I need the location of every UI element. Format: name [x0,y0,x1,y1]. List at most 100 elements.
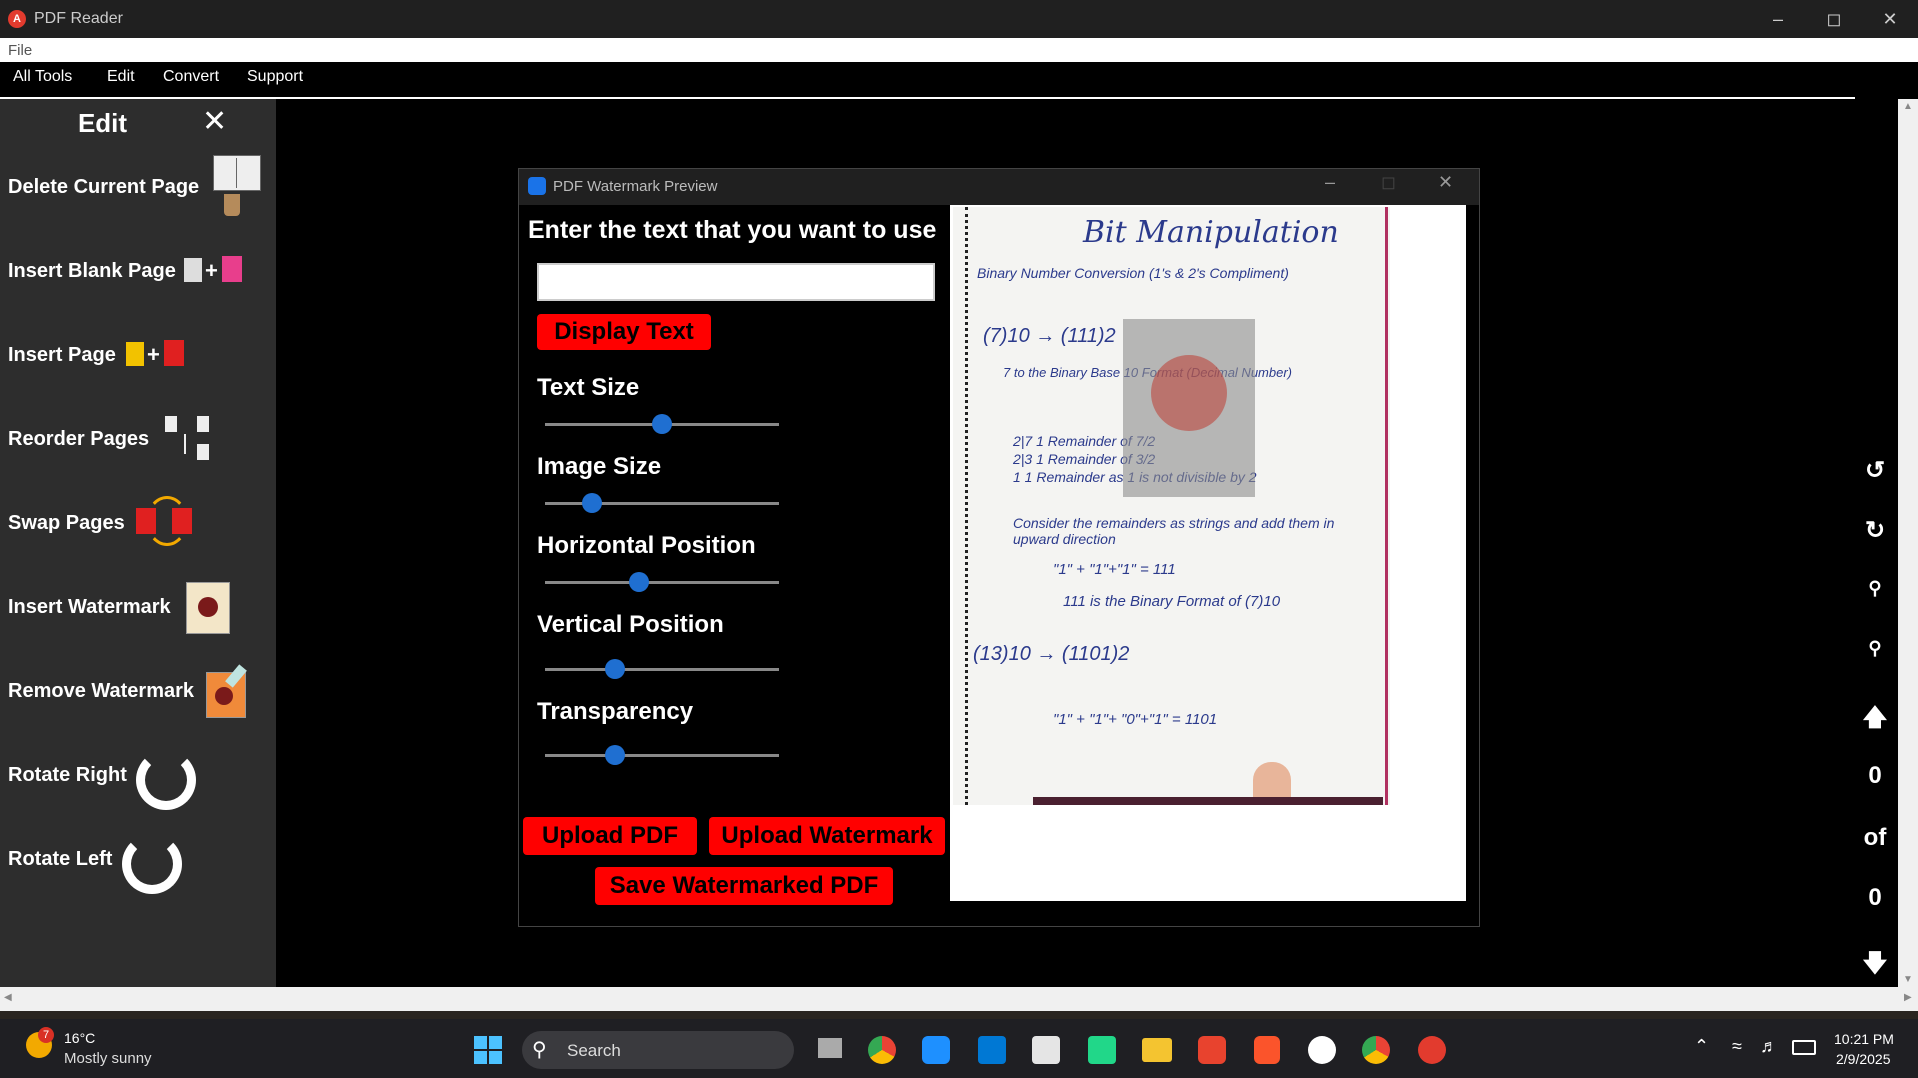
menu-file[interactable]: File [8,42,32,59]
horizontal-scrollbar[interactable] [0,987,1918,1011]
next-page-icon[interactable]: 🡇 [1860,946,1890,987]
brave-browser-icon[interactable] [1254,1036,1280,1064]
reorder-pages-icon [165,416,213,464]
zoom-in-icon[interactable]: ⚲ [1860,638,1890,659]
dialog-maximize-button[interactable]: ◻ [1381,172,1396,193]
trash-icon [224,194,240,216]
zoom-out-icon[interactable]: ⚲ [1860,578,1890,599]
tool-all-tools[interactable]: All Tools [13,68,72,86]
sidebar-item-rotate-right[interactable]: Rotate Right [8,764,127,787]
sidebar-item-insert-blank-page[interactable]: Insert Blank Page [8,260,176,283]
maximize-button[interactable]: ◻ [1806,0,1862,38]
pdf-reader-taskbar-icon[interactable] [1418,1036,1446,1064]
prev-page-icon[interactable]: 🡅 [1860,700,1890,741]
upload-pdf-button[interactable]: Upload PDF [523,817,697,855]
rotate-right-icon [136,750,196,810]
file-explorer-icon[interactable] [1142,1038,1172,1062]
sidebar-item-label: Rotate Right [8,764,127,786]
horizontal-position-slider-thumb[interactable] [628,572,649,592]
remove-watermark-icon [206,664,247,718]
chrome-icon[interactable] [868,1036,896,1064]
image-size-label: Image Size [537,453,662,480]
text-size-slider-thumb[interactable] [652,414,672,434]
minimize-button[interactable]: – [1750,0,1806,38]
clock-time[interactable]: 10:21 PM [1834,1031,1894,1047]
page-current: 0 [1868,762,1882,789]
sidebar-item-rotate-left[interactable]: Rotate Left [8,848,112,871]
weather-badge: 7 [38,1027,54,1043]
transparency-slider[interactable] [545,754,779,757]
start-windows-icon[interactable] [474,1036,502,1064]
scroll-up-icon[interactable]: ▲ [1903,101,1913,112]
vertical-scrollbar[interactable] [1898,99,1918,987]
tool-edit[interactable]: Edit [107,68,135,86]
taskbar [0,1019,1918,1078]
weather-desc[interactable]: Mostly sunny [64,1050,152,1067]
upload-watermark-button[interactable]: Upload Watermark [709,817,945,855]
vertical-position-slider[interactable] [545,668,779,671]
task-view-icon[interactable] [818,1038,842,1058]
show-hidden-icons[interactable]: ⌃ [1694,1036,1709,1057]
clock-date[interactable]: 2/9/2025 [1836,1051,1891,1067]
volume-icon[interactable]: ♬ [1760,1036,1778,1057]
chrome-profile-icon[interactable] [1362,1036,1390,1064]
sidebar-item-reorder-pages[interactable]: Reorder Pages [8,428,149,451]
scroll-right-icon[interactable]: ▶ [1904,992,1912,1003]
sidebar-item-delete-page[interactable]: Delete Current Page [8,176,199,199]
rotate-ccw-icon[interactable]: ↺ [1860,456,1890,485]
preview-line: (13)10 → (1101)2 [973,643,1130,665]
watermark-text-input[interactable] [537,263,935,301]
dialog-minimize-button[interactable]: – [1325,172,1335,193]
insert-page-icon [126,342,144,366]
horizontal-position-slider[interactable] [545,581,779,584]
sidebar-item-label: Insert Blank Page [8,260,176,282]
preview-line: Binary Number Conversion (1's & 2's Comp… [977,265,1289,281]
sidebar-item-insert-page[interactable]: Insert Page [8,344,116,367]
vertical-position-label: Vertical Position [537,611,724,638]
page-total: 0 [1868,884,1882,911]
rotate-cw-icon[interactable]: ↻ [1860,516,1890,545]
wifi-icon[interactable]: ≈ [1732,1036,1742,1057]
preview-line: (7)10 → (111)2 [983,325,1116,347]
sidebar-item-label: Rotate Left [8,848,113,870]
dialog-title: PDF Watermark Preview [553,178,718,195]
sidebar-item-swap-pages[interactable]: Swap Pages [8,512,125,535]
page-of-label: of [1863,824,1887,851]
photo-bottom-edge [1033,797,1383,805]
weather-temp[interactable]: 16°C [64,1030,95,1046]
red-page-icon [164,340,184,366]
tool-support[interactable]: Support [247,68,303,86]
sidebar-item-label: Reorder Pages [8,428,150,450]
tool-convert[interactable]: Convert [163,68,219,86]
vscode-icon[interactable] [978,1036,1006,1064]
preview-line: 111 is the Binary Format of (7)10 [1063,593,1281,610]
notes-app-icon[interactable] [922,1036,950,1064]
snipping-tool-icon[interactable] [1032,1036,1060,1064]
scroll-down-icon[interactable]: ▼ [1903,974,1913,985]
image-size-slider[interactable] [545,502,779,505]
watermark-logo-icon [1151,355,1227,431]
plus-icon: + [147,342,160,367]
pycharm-icon[interactable] [1088,1036,1116,1064]
sidebar-item-insert-watermark[interactable]: Insert Watermark [8,596,171,619]
search-label: Search [567,1041,621,1060]
sidebar-item-label: Remove Watermark [8,680,195,702]
delete-page-icon [213,155,261,191]
sidebar-title: Edit [77,108,128,138]
display-text-button[interactable]: Display Text [537,314,711,350]
sidebar-item-remove-watermark[interactable]: Remove Watermark [8,680,194,703]
dialog-close-button[interactable]: ✕ [1438,172,1453,193]
sidebar-item-label: Insert Watermark [8,596,171,618]
sidebar-close-icon[interactable]: ✕ [202,104,227,139]
battery-icon[interactable] [1792,1040,1816,1055]
sidebar-item-label: Delete Current Page [8,176,200,198]
swap-pages-icon [134,494,196,546]
save-watermarked-pdf-button[interactable]: Save Watermarked PDF [595,867,893,905]
image-size-slider-thumb[interactable] [581,493,602,513]
wps-office-icon[interactable] [1198,1036,1226,1064]
taskbar-search-box[interactable] [522,1031,794,1069]
text-size-label: Text Size [537,374,640,401]
scroll-left-icon[interactable]: ◀ [4,992,12,1003]
mongodb-compass-icon[interactable] [1308,1036,1336,1064]
close-button[interactable]: ✕ [1862,0,1918,38]
